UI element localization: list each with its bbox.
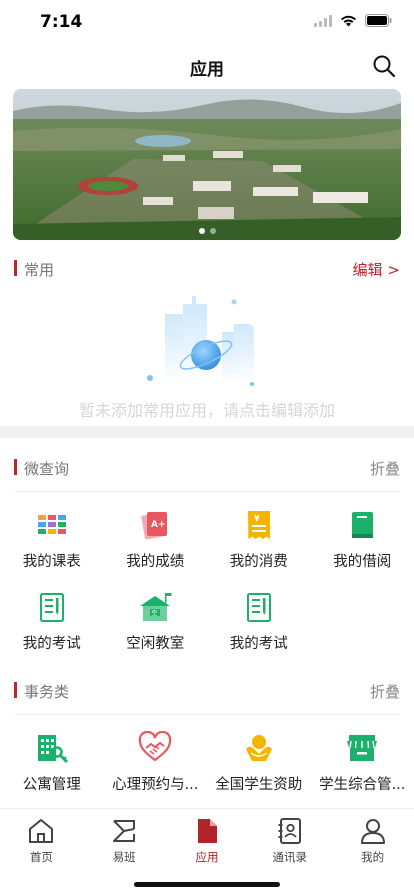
app-item-exam[interactable]: 我的考试 (0, 582, 104, 664)
common-section-title: 常用 (24, 261, 55, 279)
yiban-icon (113, 820, 136, 842)
exam-icon (39, 593, 64, 622)
grades-icon: A+ (141, 512, 168, 540)
campus-aerial-photo (13, 89, 401, 240)
tab-home[interactable]: 首页 (0, 817, 83, 865)
tab-label: 通讯录 (272, 850, 308, 864)
consumption-receipt-icon: ¥ (247, 511, 270, 539)
classroom-icon: 空 (140, 593, 172, 621)
tab-yiban[interactable]: 易班 (83, 817, 166, 865)
navigation-bar: 应用 (0, 44, 414, 88)
timetable-icon (37, 515, 66, 534)
empty-city-illustration (147, 296, 254, 386)
micro-collapse-button[interactable]: 折叠 (370, 458, 400, 479)
tab-label: 首页 (29, 850, 53, 864)
section-marker (14, 682, 17, 698)
micro-grid: 我的课表 A+ 我的成绩 ¥ 我的消费 我的借阅 我的考试 空 空闲教室 我的考… (0, 500, 414, 664)
affairs-grid: 公寓管理 心理预约与... 全国学生资助 学生综合管... (0, 723, 414, 805)
wifi-icon (341, 15, 356, 26)
app-item-borrowing[interactable]: 我的借阅 (311, 500, 414, 582)
store-icon (347, 735, 378, 761)
home-icon (29, 819, 54, 843)
micro-section-title: 微查询 (24, 460, 70, 478)
tab-contacts[interactable]: 通讯录 (248, 817, 331, 865)
app-label: 公寓管理 (22, 777, 81, 793)
app-item-psych-appointment[interactable]: 心理预约与... (104, 723, 208, 805)
app-item-consumption[interactable]: ¥ 我的消费 (207, 500, 311, 582)
affairs-collapse-button[interactable]: 折叠 (370, 681, 400, 702)
home-indicator (134, 882, 280, 887)
status-icons (314, 14, 392, 27)
tab-profile[interactable]: 我的 (331, 817, 414, 865)
banner-pagination (13, 228, 401, 234)
app-item-apartment[interactable]: 公寓管理 (0, 723, 104, 805)
exam-icon (246, 593, 271, 622)
app-item-timetable[interactable]: 我的课表 (0, 500, 104, 582)
search-icon[interactable] (372, 54, 396, 78)
affairs-section-header: 事务类 折叠 (0, 679, 414, 703)
campus-banner[interactable] (13, 89, 401, 240)
micro-section-header: 微查询 折叠 (0, 456, 414, 480)
app-item-exam-2[interactable]: 我的考试 (207, 582, 311, 664)
app-label: 心理预约与... (112, 777, 199, 793)
app-label: 全国学生资助 (215, 777, 303, 793)
apartment-icon (37, 735, 68, 764)
section-marker (14, 260, 17, 276)
svg-text:空: 空 (152, 609, 158, 617)
battery-icon (365, 14, 392, 27)
book-icon (352, 512, 374, 538)
status-bar: 7:14 (0, 0, 414, 44)
tab-label: 应用 (195, 850, 219, 864)
contacts-icon (278, 818, 301, 844)
banner-dot[interactable] (209, 228, 216, 234)
app-label: 学生综合管... (319, 777, 406, 793)
tab-label: 易班 (112, 850, 136, 864)
affairs-section-title: 事务类 (24, 683, 70, 701)
app-item-student-aid[interactable]: 全国学生资助 (207, 723, 311, 805)
app-label: 我的成绩 (126, 554, 185, 570)
app-label: 我的消费 (229, 554, 288, 570)
app-item-grades[interactable]: A+ 我的成绩 (104, 500, 208, 582)
section-separator (0, 426, 414, 438)
tab-label: 我的 (361, 850, 385, 864)
app-label: 我的考试 (22, 636, 81, 652)
svg-text:¥: ¥ (254, 514, 260, 523)
common-section-header: 常用 编辑 > (0, 257, 414, 281)
handshake-heart-icon (139, 731, 172, 762)
svg-text:A+: A+ (151, 520, 166, 530)
status-time: 7:14 (40, 12, 83, 32)
apps-icon (197, 819, 217, 843)
cellular-signal-icon (314, 14, 332, 27)
section-marker (14, 459, 17, 475)
app-label: 我的考试 (229, 636, 288, 652)
app-item-student-management[interactable]: 学生综合管... (311, 723, 414, 805)
app-label: 我的借阅 (333, 554, 392, 570)
edit-button[interactable]: 编辑 > (353, 259, 400, 280)
divider (14, 491, 400, 492)
profile-icon (360, 819, 385, 844)
app-item-free-classroom[interactable]: 空 空闲教室 (104, 582, 208, 664)
app-label: 空闲教室 (126, 636, 185, 652)
banner-dot-active[interactable] (198, 228, 205, 234)
divider (14, 714, 400, 715)
empty-common-hint: 暂未添加常用应用，请点击编辑添加 (78, 401, 335, 420)
page-title: 应用 (190, 60, 224, 80)
tab-apps[interactable]: 应用 (166, 817, 249, 865)
student-aid-icon (245, 735, 272, 761)
app-label: 我的课表 (22, 554, 81, 570)
